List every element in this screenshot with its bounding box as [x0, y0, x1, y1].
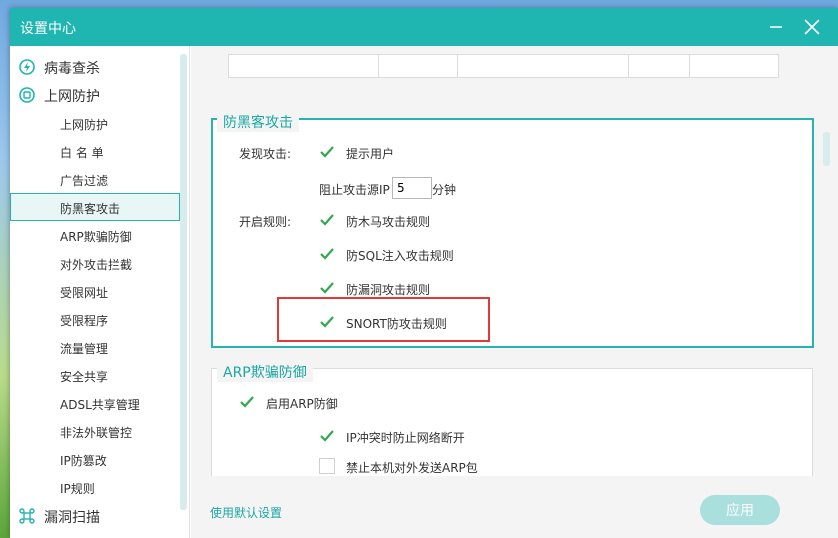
sql-injection-rule-label: 防SQL注入攻击规则: [346, 249, 454, 263]
settings-window: 设置中心 病毒查杀 上网防护 上网防护 白 名 单 广告过滤 防黑客攻击 ARP…: [10, 8, 838, 538]
block-arp-send-label: 禁止本机对外发送ARP包: [346, 461, 478, 475]
virus-scan-icon: [19, 59, 35, 75]
sidebar-scrollbar[interactable]: [180, 54, 187, 510]
sidebar-item-illegal-outbound[interactable]: 非法外联管控: [10, 417, 180, 445]
sidebar-item-ip-rules[interactable]: IP规则: [10, 473, 180, 501]
table-cell: [458, 55, 629, 77]
trojan-rule-checkbox[interactable]: [319, 212, 335, 228]
sidebar-item-label: IP防篡改: [60, 454, 107, 468]
ip-conflict-label: IP冲突时防止网络断开: [346, 431, 465, 445]
sidebar-item-label: 上网防护: [60, 118, 109, 132]
sidebar-section-label: 病毒查杀: [44, 61, 100, 77]
sidebar-item-net-protect[interactable]: 上网防护: [10, 109, 180, 137]
close-icon: [804, 19, 820, 35]
sidebar-item-label: ARP欺骗防御: [60, 230, 132, 244]
sidebar-item-whitelist[interactable]: 白 名 单: [10, 137, 180, 165]
notify-user-checkbox[interactable]: [319, 144, 335, 160]
sidebar-section-net-protect[interactable]: 上网防护: [10, 81, 180, 109]
table-cell: [629, 55, 690, 77]
sidebar-item-label: 对外攻击拦截: [60, 258, 133, 272]
anti-hacker-title: 防黑客攻击: [217, 112, 299, 132]
arp-defense-title: ARP欺骗防御: [217, 362, 313, 382]
minutes-unit-label: 分钟: [432, 183, 457, 197]
block-ip-label: 阻止攻击源IP: [319, 183, 390, 197]
sidebar-item-label: 受限网址: [60, 286, 109, 300]
sidebar-item-label: 流量管理: [60, 342, 109, 356]
sql-injection-rule-checkbox[interactable]: [319, 246, 335, 262]
scrollbar-thumb[interactable]: [823, 132, 830, 166]
exploit-rule-label: 防漏洞攻击规则: [346, 283, 431, 297]
sidebar-item-anti-hacker[interactable]: 防黑客攻击: [10, 193, 180, 221]
use-default-link[interactable]: 使用默认设置: [210, 504, 282, 521]
sidebar-item-label: 防黑客攻击: [60, 202, 121, 216]
sidebar-item-label: ADSL共享管理: [60, 398, 140, 412]
apply-button[interactable]: 应用: [700, 495, 780, 525]
minimize-icon: [770, 26, 782, 28]
table-cell: [379, 55, 458, 77]
sidebar-item-adsl-share[interactable]: ADSL共享管理: [10, 389, 180, 417]
sidebar-section-vuln-scan[interactable]: 漏洞扫描: [10, 502, 180, 530]
sidebar-item-outbound-attack[interactable]: 对外攻击拦截: [10, 249, 180, 277]
window-title: 设置中心: [20, 21, 76, 37]
sidebar-item-traffic[interactable]: 流量管理: [10, 333, 180, 361]
sidebar-item-label: 白 名 单: [60, 146, 104, 160]
title-bar: 设置中心: [10, 8, 838, 46]
snort-rule-checkbox[interactable]: [319, 314, 335, 330]
exploit-rule-checkbox[interactable]: [319, 280, 335, 296]
block-minutes-input[interactable]: [392, 177, 432, 199]
sidebar-item-secure-share[interactable]: 安全共享: [10, 361, 180, 389]
settings-content: 防黑客攻击 发现攻击: 提示用户 阻止攻击源IP 分钟 开启规则: 防木马攻击规…: [191, 46, 838, 476]
sidebar-item-label: 受限程序: [60, 314, 109, 328]
content-scrollbar[interactable]: [822, 54, 830, 474]
trojan-rule-label: 防木马攻击规则: [346, 215, 431, 229]
ip-conflict-checkbox[interactable]: [319, 428, 335, 444]
sidebar-section-label: 上网防护: [44, 89, 100, 105]
sidebar-item-label: 安全共享: [60, 370, 109, 384]
notify-user-label: 提示用户: [346, 147, 395, 161]
arp-defense-group: [211, 368, 813, 476]
network-protect-icon: [19, 87, 35, 103]
sidebar-item-restricted-sites[interactable]: 受限网址: [10, 277, 180, 305]
sidebar-item-arp-defense[interactable]: ARP欺骗防御: [10, 221, 180, 249]
sidebar-item-label: 非法外联管控: [60, 426, 133, 440]
footer: 使用默认设置 应用: [191, 476, 838, 538]
block-arp-send-checkbox[interactable]: [319, 458, 335, 474]
sidebar-item-label: 广告过滤: [60, 174, 109, 188]
minimize-button[interactable]: [764, 15, 788, 39]
sidebar: 病毒查杀 上网防护 上网防护 白 名 单 广告过滤 防黑客攻击 ARP欺骗防御 …: [10, 46, 190, 538]
table-cell: [229, 55, 379, 77]
sidebar-item-ip-tamper[interactable]: IP防篡改: [10, 445, 180, 473]
enable-rules-label: 开启规则:: [239, 215, 292, 229]
detect-attack-label: 发现攻击:: [239, 147, 292, 161]
close-button[interactable]: [800, 15, 824, 39]
vulnerability-scan-icon: [19, 508, 35, 524]
sidebar-item-label: IP规则: [60, 482, 95, 496]
enable-arp-label: 启用ARP防御: [266, 397, 338, 411]
snort-rule-label: SNORT防攻击规则: [346, 317, 447, 331]
sidebar-section-label: 漏洞扫描: [44, 510, 100, 526]
enable-arp-checkbox[interactable]: [239, 394, 255, 410]
sidebar-item-restricted-programs[interactable]: 受限程序: [10, 305, 180, 333]
sidebar-section-virus-scan[interactable]: 病毒查杀: [10, 53, 180, 81]
sidebar-item-ad-filter[interactable]: 广告过滤: [10, 165, 180, 193]
previous-section-table: [228, 54, 779, 78]
